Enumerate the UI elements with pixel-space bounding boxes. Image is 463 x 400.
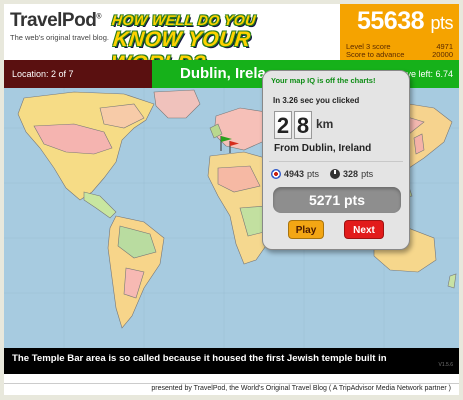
greenland (153, 89, 201, 119)
trivia-text: The Temple Bar area is so called because… (12, 353, 387, 364)
from-city-text: From Dublin, Ireland (274, 143, 372, 154)
total-score-unit: pts (430, 13, 453, 33)
target-icon (271, 169, 281, 179)
version-label: V1.5.6 (438, 362, 453, 368)
target-flag-icon (229, 141, 239, 153)
total-score-value: 55638 (357, 7, 425, 35)
time-left: ve left: 6.74 (406, 69, 453, 79)
distance-points-unit: pts (307, 169, 320, 179)
game-title-banner: HOW WELL DO YOU KNOW YOUR WORLD? (110, 12, 332, 75)
header: TravelPod® The web's original travel blo… (4, 4, 459, 75)
total-score: 55638 pts (357, 7, 453, 36)
distance-points: 4943 (284, 169, 305, 179)
logo-name: TravelPod (10, 10, 97, 31)
clock-icon (330, 169, 341, 179)
registered-mark: ® (96, 13, 101, 21)
next-button[interactable]: Next (344, 220, 384, 239)
play-button[interactable]: Play (288, 220, 324, 239)
advance-score-label: Score to advance (346, 50, 405, 59)
location-counter: Location: 2 of 7 (4, 60, 152, 88)
result-popup: Your map IQ is off the charts! In 3.26 s… (262, 70, 410, 250)
distance-digit: 2 (274, 111, 292, 139)
distance-unit: km (316, 117, 334, 131)
points-breakdown: 4943 pts 328 pts (271, 169, 373, 179)
travelpod-logo[interactable]: TravelPod® The web's original travel blo… (10, 10, 110, 56)
clicked-time-text: In 3.26 sec you clicked (273, 96, 360, 105)
score-box: 55638 pts Level 3 score 4971 Score to ad… (340, 4, 459, 60)
distance-digit: 8 (294, 111, 312, 139)
advance-score-row: Score to advance 20000 (346, 50, 453, 59)
advance-score-value: 20000 (432, 50, 453, 59)
time-points-unit: pts (361, 169, 374, 179)
time-points: 328 (343, 169, 359, 179)
trivia-bar: The Temple Bar area is so called because… (4, 348, 459, 374)
divider (269, 161, 403, 162)
footer: presented by TravelPod, the World's Orig… (4, 383, 459, 395)
distance-digits: 2 8 (274, 111, 312, 139)
logo-tagline: The web's original travel blog. (10, 33, 109, 42)
game-frame: TravelPod® The web's original travel blo… (4, 4, 459, 384)
target-city: Dublin, Irela (180, 65, 266, 82)
result-title: Your map IQ is off the charts! (271, 76, 376, 85)
footer-credit[interactable]: presented by TravelPod, the World's Orig… (151, 385, 451, 392)
round-total-points: 5271 pts (273, 187, 401, 213)
banner-line-1: HOW WELL DO YOU (111, 12, 257, 28)
